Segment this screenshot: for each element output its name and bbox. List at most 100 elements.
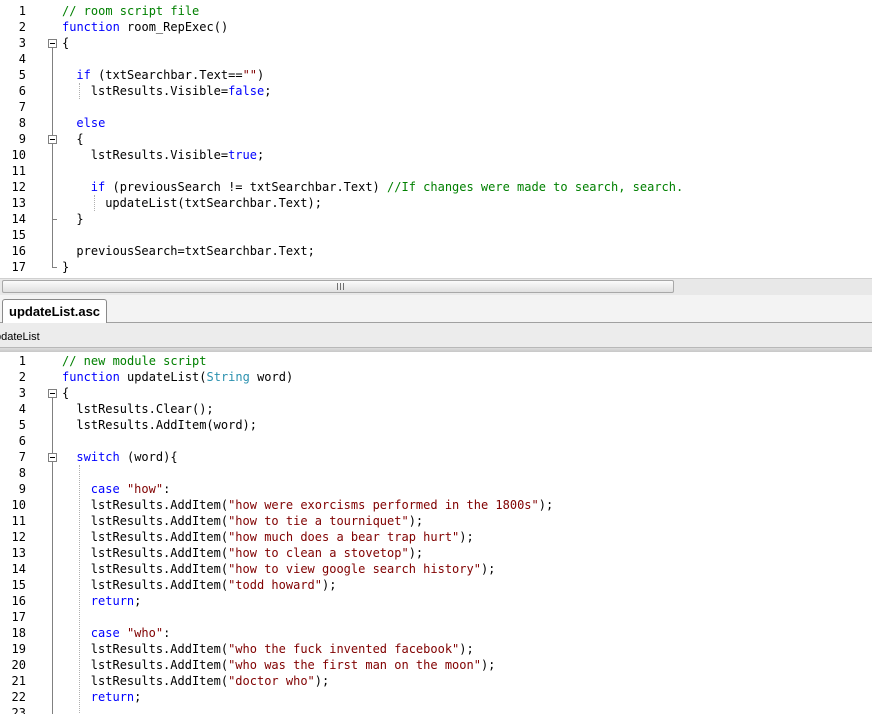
code-line[interactable]: 10 lstResults.Visible=true; — [0, 147, 872, 163]
code-line[interactable]: 3{ — [0, 35, 872, 51]
code-line[interactable]: 9 case "how": — [0, 481, 872, 497]
code-token: true — [228, 148, 257, 162]
code-line[interactable]: 7 — [0, 99, 872, 115]
fold-collapse-icon[interactable] — [48, 389, 57, 398]
indent-guide — [93, 195, 95, 211]
code-line[interactable]: 4 lstResults.Clear(); — [0, 401, 872, 417]
indent-guide — [79, 83, 81, 99]
code-line[interactable]: 1 // room script file — [0, 3, 872, 19]
code-line[interactable]: 6 — [0, 433, 872, 449]
code-token: previousSearch=txtSearchbar.Text; — [76, 244, 315, 258]
tab-updatelist-asc[interactable]: updateList.asc — [2, 299, 108, 323]
code-token: lstResults.AddItem(word); — [76, 418, 258, 432]
code-line[interactable]: 21 lstResults.AddItem("doctor who"); — [0, 673, 872, 689]
code-token: if — [90, 180, 106, 194]
code-line[interactable]: 3{ — [0, 385, 872, 401]
code-text: } — [62, 259, 69, 275]
code-token: ) — [257, 68, 265, 82]
code-line[interactable]: 10 lstResults.AddItem("how were exorcisms… — [0, 497, 872, 513]
line-number: 19 — [11, 642, 26, 656]
code-line[interactable]: 4 — [0, 51, 872, 67]
line-number: 10 — [11, 498, 26, 512]
scrollbar-thumb[interactable] — [2, 280, 674, 293]
code-line[interactable]: 23 — [0, 705, 872, 714]
fold-end-marker — [52, 219, 57, 220]
code-text: previousSearch=txtSearchbar.Text; — [76, 243, 314, 259]
code-line[interactable]: 12 if (previousSearch != txtSearchbar.Tex… — [0, 179, 872, 195]
code-text: case "how": — [91, 481, 171, 497]
code-line[interactable]: 11 — [0, 163, 872, 179]
code-line[interactable]: 17 — [0, 609, 872, 625]
code-line[interactable]: 18 case "who": — [0, 625, 872, 641]
code-token: ); — [322, 578, 337, 592]
fold-collapse-icon[interactable] — [48, 135, 57, 144]
line-number: 20 — [11, 658, 26, 672]
code-line[interactable]: 2 function updateList(String word) — [0, 369, 872, 385]
line-number: 3 — [18, 386, 26, 400]
code-text: lstResults.AddItem("who was the first ma… — [91, 657, 496, 673]
code-token: ); — [538, 498, 554, 512]
code-line[interactable]: 13 lstResults.AddItem("how to clean a sto… — [0, 545, 872, 561]
line-number: 4 — [18, 402, 26, 416]
code-line[interactable]: 14 lstResults.AddItem("how to view google… — [0, 561, 872, 577]
line-number: 23 — [11, 706, 26, 714]
line-number: 5 — [18, 68, 26, 82]
code-text: lstResults.AddItem("who the fuck invente… — [91, 641, 474, 657]
code-line[interactable]: 11 lstResults.AddItem("how to tie a tourn… — [0, 513, 872, 529]
code-text: lstResults.AddItem("how to tie a tourniq… — [91, 513, 423, 529]
code-token: lstResults.AddItem( — [90, 498, 229, 512]
code-text: { — [62, 35, 69, 51]
line-number: 16 — [11, 244, 26, 258]
code-token: lstResults.Visible= — [90, 84, 229, 98]
code-line[interactable]: 22 return; — [0, 689, 872, 705]
code-line[interactable]: 6 lstResults.Visible=false; — [0, 83, 872, 99]
code-line[interactable]: 16 return; — [0, 593, 872, 609]
code-line[interactable]: 16 previousSearch=txtSearchbar.Text; — [0, 243, 872, 259]
code-line[interactable]: 5 if (txtSearchbar.Text=="") — [0, 67, 872, 83]
fold-end-marker — [52, 267, 57, 268]
code-line[interactable]: 8 — [0, 465, 872, 481]
code-line[interactable]: 12 lstResults.AddItem("how much does a be… — [0, 529, 872, 545]
line-number: 5 — [18, 418, 26, 432]
code-line[interactable]: 17} — [0, 259, 872, 275]
code-token: function — [62, 20, 120, 34]
horizontal-scrollbar[interactable] — [0, 278, 872, 295]
code-line[interactable]: 20 lstResults.AddItem("who was the first … — [0, 657, 872, 673]
code-token: { — [62, 386, 70, 400]
code-line[interactable]: 19 lstResults.AddItem("who the fuck inven… — [0, 641, 872, 657]
code-token: { — [76, 132, 84, 146]
code-token: ); — [480, 562, 496, 576]
code-line[interactable]: 2 function room_RepExec() — [0, 19, 872, 35]
line-number: 12 — [11, 180, 26, 194]
code-token: else — [76, 116, 106, 130]
code-token: return — [90, 594, 135, 608]
code-text: lstResults.AddItem("how to view google s… — [91, 561, 496, 577]
code-token: ); — [459, 530, 474, 544]
line-number: 4 — [18, 52, 26, 66]
code-token: "how much does a bear trap hurt" — [228, 530, 460, 544]
code-line[interactable]: 5 lstResults.AddItem(word); — [0, 417, 872, 433]
line-number: 2 — [18, 370, 26, 384]
code-line[interactable]: 14} — [0, 211, 872, 227]
code-token: String — [206, 370, 250, 384]
code-token: "who" — [126, 626, 164, 640]
code-line[interactable]: 15 lstResults.AddItem("todd howard"); — [0, 577, 872, 593]
function-dropdown[interactable]: pdateList — [0, 330, 40, 344]
fold-collapse-icon[interactable] — [48, 39, 57, 48]
code-line[interactable]: 1 // new module script — [0, 353, 872, 369]
script-editor-room[interactable]: 1 // room script file 2 function room_RepEx… — [0, 0, 872, 278]
code-text: // new module script — [62, 353, 207, 369]
code-line[interactable]: 9{ — [0, 131, 872, 147]
code-text: case "who": — [91, 625, 171, 641]
line-number: 7 — [18, 450, 26, 464]
script-editor-updatelist[interactable]: 1 // new module script 2 function updateLis… — [0, 352, 872, 714]
code-line[interactable]: 13 updateList(txtSearchbar.Text); — [0, 195, 872, 211]
code-token: word) — [249, 370, 294, 384]
code-token: lstResults.AddItem( — [90, 642, 229, 656]
code-line[interactable]: 7 switch (word){ — [0, 449, 872, 465]
code-line[interactable]: 8 else — [0, 115, 872, 131]
fold-collapse-icon[interactable] — [48, 453, 57, 462]
code-token: // new module script — [62, 354, 207, 368]
code-line[interactable]: 15 — [0, 227, 872, 243]
